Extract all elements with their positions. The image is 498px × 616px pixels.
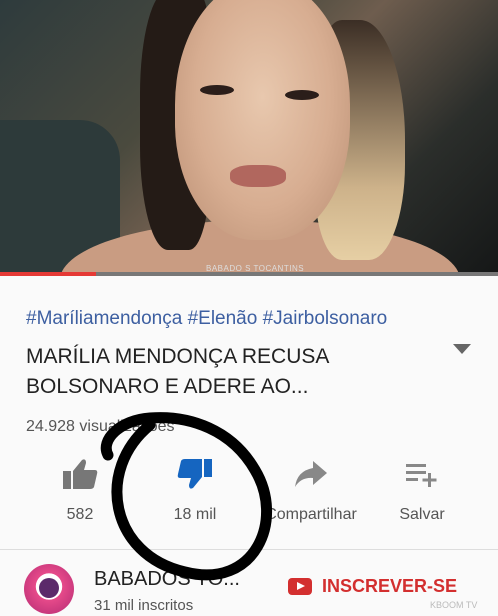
hand-drawn-circle-annotation	[100, 412, 273, 581]
